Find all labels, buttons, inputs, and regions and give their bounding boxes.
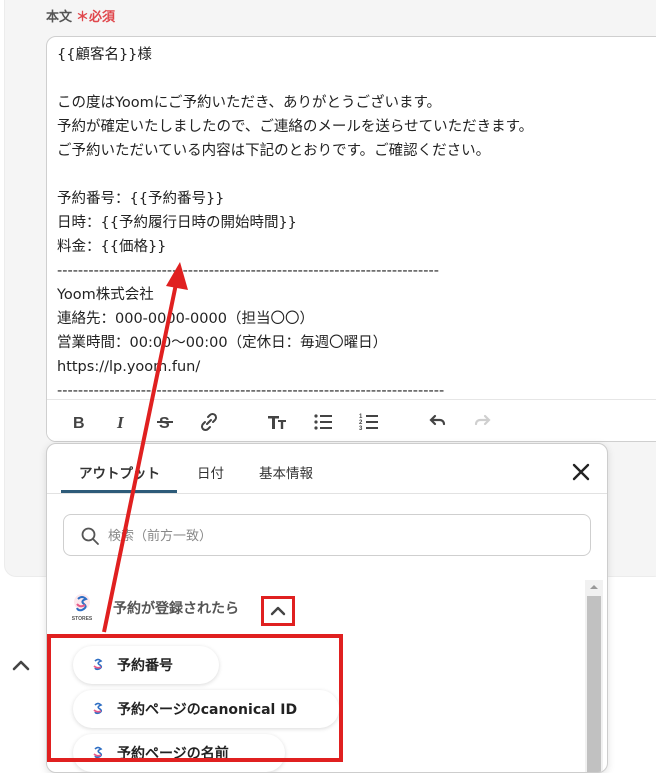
stores-logo-icon: STORES [72,594,93,622]
svg-text:I: I [116,413,125,432]
chevron-up-icon[interactable] [10,656,32,674]
svg-text:3: 3 [359,426,363,432]
search-input[interactable] [106,515,580,557]
bold-icon[interactable]: B [67,410,91,434]
redo-icon[interactable] [471,410,495,434]
link-icon[interactable] [197,410,221,434]
stores-icon [93,658,103,671]
field-label: 本文 ＊必須 [46,6,115,25]
svg-text:STORES: STORES [72,616,93,622]
svg-text:B: B [73,415,85,432]
output-chip-label: 予約ページの名前 [117,746,229,762]
output-chip-reservation-number[interactable]: 予約番号 [73,646,219,684]
search-box[interactable] [63,514,591,557]
bullet-list-icon[interactable] [311,410,335,434]
editor-toolbar: B I S 123 [47,399,656,441]
close-icon[interactable] [567,458,595,486]
text-size-icon[interactable] [265,410,289,434]
scroll-up-icon[interactable] [589,582,599,592]
tab-date[interactable]: 日付 [197,462,224,482]
stores-icon [93,702,103,715]
output-chip-label: 予約番号 [117,658,173,674]
collapse-button[interactable] [261,596,295,626]
numbered-list-icon[interactable]: 123 [357,410,381,434]
stores-icon [93,746,103,759]
tab-output[interactable]: アウトプット [79,462,160,482]
message-body-editor[interactable]: {{顧客名}}様 この度はYoomにご予約いただき、ありがとうございます。 予約… [46,36,656,442]
undo-icon[interactable] [425,410,449,434]
scrollbar-thumb[interactable] [587,596,601,772]
tabs-divider [47,493,607,494]
strikethrough-icon[interactable]: S [153,410,177,434]
tab-basic-info[interactable]: 基本情報 [259,462,313,482]
required-mark: ＊必須 [76,10,116,25]
svg-text:S: S [159,415,170,432]
field-label-text: 本文 [46,10,73,25]
italic-icon[interactable]: I [109,410,133,434]
active-tab-indicator [61,490,177,493]
group-title: 予約が登録されたら [113,601,239,617]
chevron-up-icon [270,606,286,616]
output-chip-canonical-id[interactable]: 予約ページのcanonical ID [73,690,339,728]
variable-picker-popup: アウトプット 日付 基本情報 STORES 予約が登録されたら 予約番号 予約ペ… [46,443,608,773]
output-chip-label: 予約ページのcanonical ID [117,702,298,718]
output-chip-page-name[interactable]: 予約ページの名前 [73,734,285,772]
editor-text[interactable]: {{顧客名}}様 この度はYoomにご予約いただき、ありがとうございます。 予約… [57,43,656,403]
search-icon [81,527,99,545]
